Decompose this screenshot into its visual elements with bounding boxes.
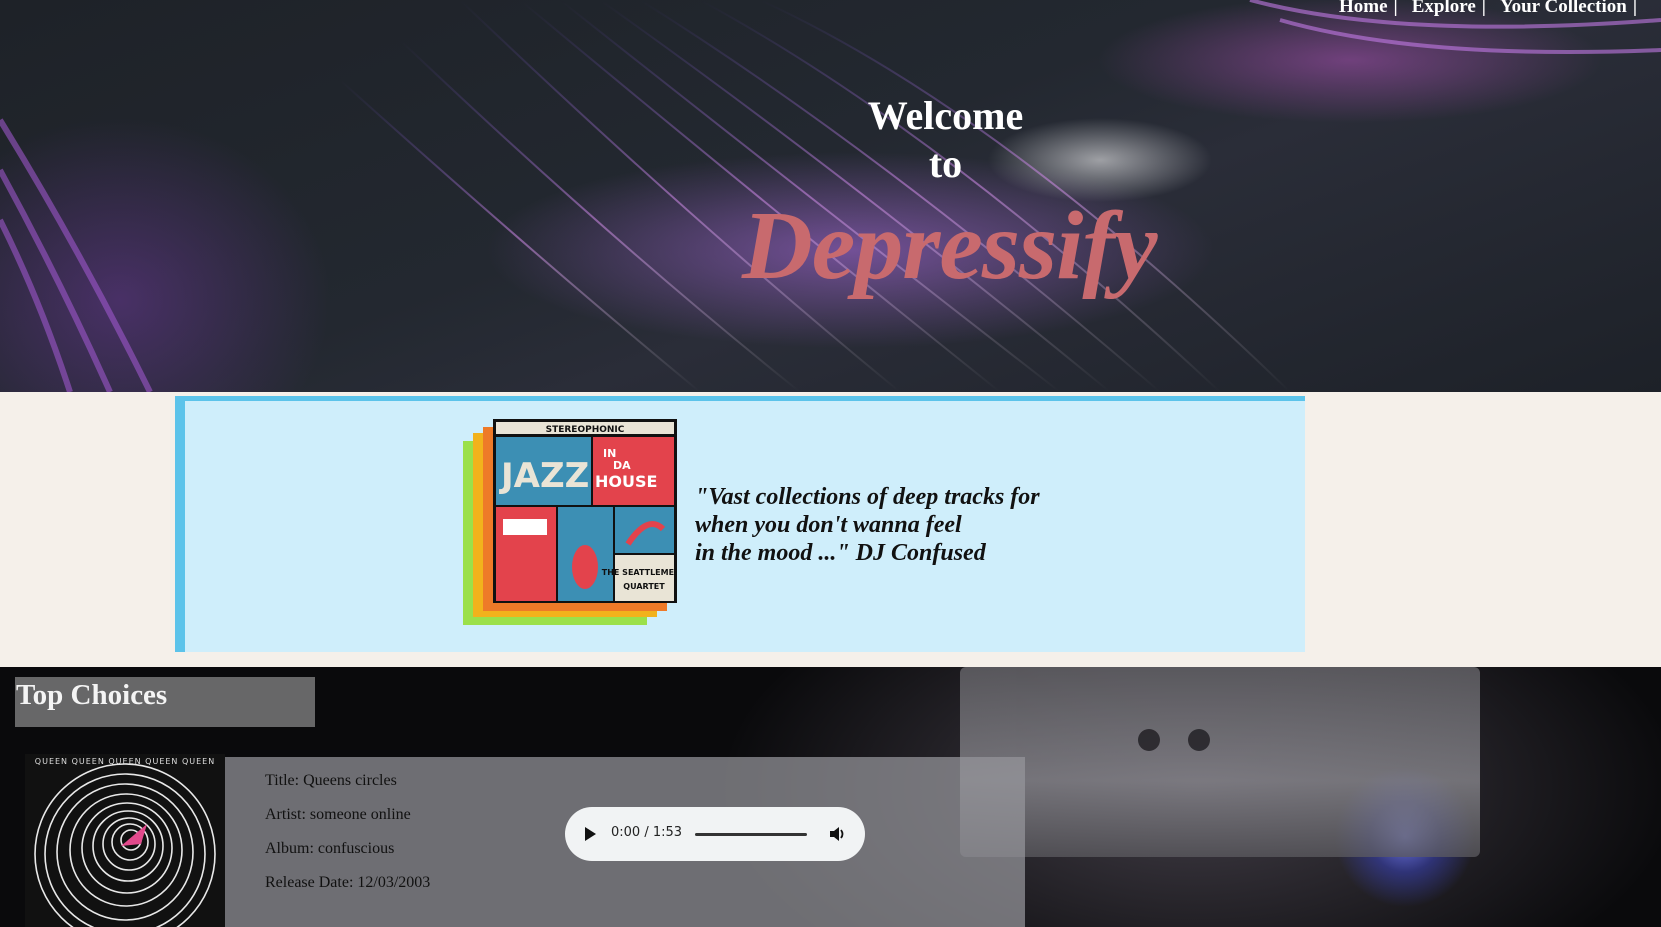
track-release-date: Release Date: 12/03/2003: [265, 874, 431, 891]
nav-separator: |: [1481, 0, 1486, 17]
track-artist: Artist: someone online: [265, 806, 411, 823]
welcome-heading: Welcome to: [0, 92, 1661, 188]
quote-text: "Vast collections of deep tracks for whe…: [695, 484, 1040, 566]
nav-explore-link[interactable]: Explore: [1412, 0, 1476, 18]
seek-bar[interactable]: [695, 833, 807, 836]
promo-banner: STEREOPHONIC JAZZ IN DA HOUSE THE SEATTL…: [175, 396, 1305, 652]
cassette-background-graphic: [960, 667, 1480, 857]
nav-separator: |: [1393, 0, 1398, 17]
queen-album-cover-image: QUEEN QUEEN QUEEN QUEEN QUEEN: [25, 754, 225, 927]
nav-home-link[interactable]: Home: [1339, 0, 1388, 18]
player-time: 0:00 / 1:53: [611, 825, 683, 840]
nav-your-collection-link[interactable]: Your Collection: [1500, 0, 1627, 18]
track-card: Title: Queens circles Artist: someone on…: [225, 757, 1025, 927]
track-album: Album: confuscious: [265, 840, 395, 857]
cassette-hole: [1138, 729, 1160, 751]
welcome-to-line: to: [928, 141, 963, 186]
play-icon[interactable]: [585, 827, 596, 841]
top-choices-title: Top Choices: [15, 677, 315, 727]
welcome-line: Welcome: [867, 93, 1024, 138]
top-nav: Home | Explore | Your Collection |: [1339, 0, 1651, 18]
album-house-text: HOUSE: [595, 472, 657, 491]
spiral-artwork: [34, 763, 216, 927]
brand-name: Depressify: [742, 192, 1158, 300]
album-credit-text: QUARTET: [623, 582, 665, 591]
hero-banner: Home | Explore | Your Collection | Welco…: [0, 0, 1661, 392]
top-choices-section: Top Choices QUEEN QUEEN QUEEN QUEEN QUEE…: [0, 667, 1661, 927]
track-title: Title: Queens circles: [265, 772, 397, 789]
album-jazz-text: JAZZ: [499, 456, 589, 496]
jazz-album-cover-image: STEREOPHONIC JAZZ IN DA HOUSE THE SEATTL…: [463, 419, 677, 625]
cassette-hole: [1188, 729, 1210, 751]
nav-separator: |: [1632, 0, 1637, 17]
audio-player[interactable]: 0:00 / 1:53: [565, 807, 865, 861]
volume-icon[interactable]: [827, 824, 847, 844]
track-metadata: Title: Queens circles Artist: someone on…: [265, 771, 430, 907]
album-header-text: STEREOPHONIC: [546, 425, 625, 435]
album-da-text: DA: [613, 459, 631, 472]
album-credit-text: THE SEATTLEMENT: [602, 568, 677, 577]
